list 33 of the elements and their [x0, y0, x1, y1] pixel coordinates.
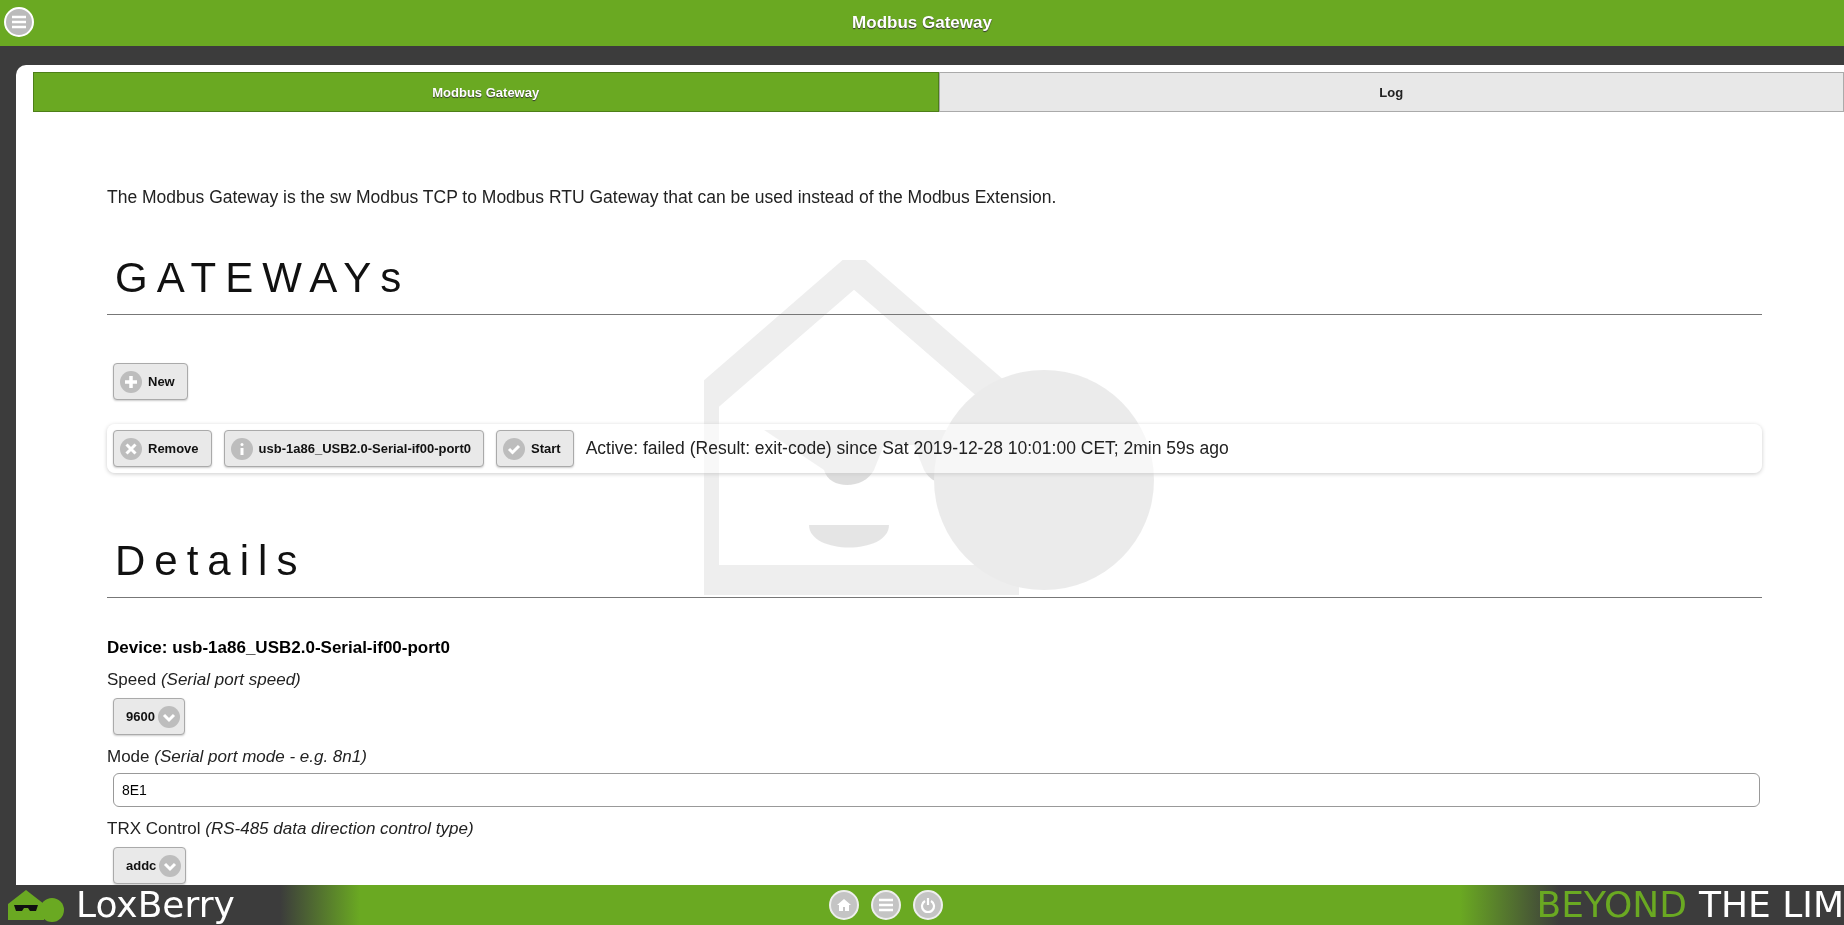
select-dropdown[interactable]: addc — [113, 847, 187, 884]
field-label: Mode (Serial port mode - e.g. 8n1) — [107, 747, 368, 767]
home-icon — [835, 897, 852, 913]
section-heading: GATEWAYs — [115, 254, 412, 302]
home-button[interactable] — [828, 890, 859, 920]
check-icon — [503, 437, 525, 460]
menu-button[interactable] — [870, 890, 901, 920]
chevron-down-icon — [159, 854, 182, 877]
page-title: Modbus Gateway — [852, 13, 992, 33]
power-icon — [919, 897, 936, 913]
device-title: Device: usb-1a86_USB2.0-Serial-if00-port0 — [107, 638, 451, 658]
status-text: Active: failed (Result: exit-code) since Sat 2019-12-28 10:01:00 CET; 2min 59s ago — [585, 438, 1229, 459]
info-icon — [230, 437, 253, 460]
menu-icon — [11, 15, 27, 29]
menu-icon — [877, 898, 894, 912]
field-label: TRX Control (RS-485 data direction control type) — [107, 819, 475, 839]
device-button[interactable]: usb-1a86_USB2.0-Serial-if00-port0 — [223, 430, 484, 467]
slogan-text: BEYOND — [1536, 885, 1687, 925]
plus-icon — [120, 370, 142, 393]
slogan-text: THE LIM — [1699, 885, 1844, 925]
field-label: Speed (Serial port speed) — [107, 670, 302, 690]
power-button[interactable] — [912, 890, 943, 920]
remove-button[interactable]: Remove — [113, 430, 212, 467]
chevron-down-icon — [157, 705, 180, 728]
start-button[interactable]: Start — [496, 430, 574, 467]
brand-name: LoxBerry — [76, 885, 235, 925]
close-icon — [120, 437, 142, 460]
tab[interactable]: Log — [938, 72, 1844, 112]
intro-text: The Modbus Gateway is the sw Modbus TCP to Modbus RTU Gateway that can be used instead of the Modbus Extension. — [107, 187, 1058, 208]
input-field[interactable]: 8E1 — [113, 773, 1760, 807]
new-button[interactable]: New — [113, 363, 188, 400]
section-heading: Details — [115, 537, 308, 585]
select-dropdown[interactable]: 9600 — [113, 698, 185, 735]
